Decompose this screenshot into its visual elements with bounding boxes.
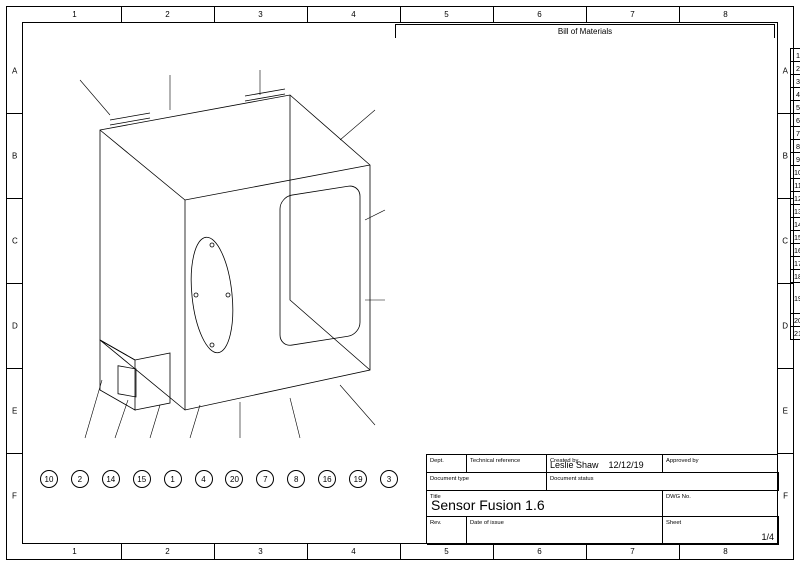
ruler-col: 4 bbox=[351, 10, 355, 19]
bom-row: 20uscutterORS6311210Gray: Oracle-631 Col… bbox=[791, 314, 800, 327]
ruler-row: C bbox=[12, 236, 18, 245]
bom-cell-i: 20 bbox=[791, 314, 800, 327]
tb-created-by: Leslie Shaw 12/12/19 bbox=[550, 460, 644, 470]
bom-row: 12McMaster53325A62JIS (Japanese industri… bbox=[791, 192, 800, 205]
bom-row: 9McMaster9657K286Compression String, ¾" … bbox=[791, 153, 800, 166]
bom-row: 8McMaster91253A110Black-oxide Hex Drive … bbox=[791, 140, 800, 153]
ruler-col: 1 bbox=[72, 10, 76, 19]
tb-rev-label: Rev. bbox=[430, 520, 442, 526]
tb-dept-label: Dept. bbox=[430, 458, 444, 464]
bom-cell-i: 7 bbox=[791, 127, 800, 140]
bom-cell-i: 5 bbox=[791, 101, 800, 114]
bom-cell-i: 8 bbox=[791, 140, 800, 153]
ruler-col: 5 bbox=[444, 10, 448, 19]
ruler-row: F bbox=[783, 491, 788, 500]
bom-cell-i: 1 bbox=[791, 49, 800, 62]
ruler-col: 3 bbox=[258, 547, 262, 556]
ruler-row: B bbox=[783, 151, 788, 160]
isometric-view bbox=[40, 40, 390, 440]
bom-row: 216mm black ABS bbox=[791, 327, 800, 340]
title-block: Dept. Technical reference Created by Les… bbox=[426, 454, 778, 544]
bom-row: 15Servocity575116Large Servo Plate A1 bbox=[791, 231, 800, 244]
bom-cell-i: 12 bbox=[791, 192, 800, 205]
callout-bubble: 4 bbox=[195, 470, 213, 488]
ruler-col: 6 bbox=[537, 547, 541, 556]
tb-docstatus-label: Document status bbox=[550, 476, 594, 482]
bom-cell-i: 4 bbox=[791, 88, 800, 101]
bom-row: 17Cana KitDEV-09669USB Relay Controller … bbox=[791, 257, 800, 270]
bom-row: 3McMaster91251A150Black Steel Socket Hea… bbox=[791, 75, 800, 88]
bom-cell-i: 17 bbox=[791, 257, 800, 270]
bom-row: 2McMaster91249A120Black Phillips Pan Hea… bbox=[791, 62, 800, 75]
bom-cell-i: 21 bbox=[791, 327, 800, 340]
ruler-col: 8 bbox=[723, 10, 727, 19]
tb-approved-label: Approved by bbox=[666, 458, 699, 464]
bom-row: 16SparkfunWIG-13118Servo Trigger1 bbox=[791, 244, 800, 257]
ruler-col: 2 bbox=[165, 10, 169, 19]
ruler-col: 1 bbox=[72, 547, 76, 556]
bom-row: 10McMaster99022A101Steel Cap Nuts, 4-406 bbox=[791, 166, 800, 179]
bom-row: 7McMaster7517A1Nonwhitening Cement for A… bbox=[791, 127, 800, 140]
ruler-col: 3 bbox=[258, 10, 262, 19]
bom-cell-i: 15 bbox=[791, 231, 800, 244]
bom-cell-i: 19 bbox=[791, 283, 800, 314]
callout-bubble: 14 bbox=[102, 470, 120, 488]
callout-bubble: 10 bbox=[40, 470, 58, 488]
ruler-row: E bbox=[12, 406, 17, 415]
ruler-row: A bbox=[783, 66, 788, 75]
bom-row: 11McMaster1292N11Multipurpose Neoprene S… bbox=[791, 179, 800, 192]
tb-techref-label: Technical reference bbox=[470, 458, 520, 464]
bom-cell-i: 9 bbox=[791, 153, 800, 166]
bom-cell-i: 11 bbox=[791, 179, 800, 192]
bom-cell-i: 18 bbox=[791, 270, 800, 283]
bom-cell-i: 13 bbox=[791, 205, 800, 218]
ruler-col: 4 bbox=[351, 547, 355, 556]
bom-cell-i: 16 bbox=[791, 244, 800, 257]
tb-doctype-label: Document type bbox=[430, 476, 469, 482]
ruler-row: D bbox=[12, 321, 18, 330]
bom-cell-i: 2 bbox=[791, 62, 800, 75]
callout-bubble: 19 bbox=[349, 470, 367, 488]
bom-row: 14Servocity32755SHS-755MG servo1 bbox=[791, 218, 800, 231]
callout-bubble: 2 bbox=[71, 470, 89, 488]
ruler-col: 6 bbox=[537, 10, 541, 19]
callout-bubble: 7 bbox=[256, 470, 274, 488]
ruler-row: F bbox=[12, 491, 17, 500]
ruler-row: C bbox=[782, 236, 788, 245]
ruler-row: E bbox=[783, 406, 788, 415]
bom-row: 4McMaster90272A148Steel Pan Head Phillip… bbox=[791, 88, 800, 101]
tb-issue-label: Date of issue bbox=[470, 520, 504, 526]
ruler-row: D bbox=[782, 321, 788, 330]
ruler-col: 2 bbox=[165, 547, 169, 556]
tb-sheet-label: Sheet bbox=[666, 520, 681, 526]
bom-title: Bill of Materials bbox=[395, 24, 775, 38]
ruler-row: A bbox=[12, 66, 17, 75]
bom-row: 18Lightingever5000028-US36W Power Adapte… bbox=[791, 270, 800, 283]
bom-table: 1McMaster90935A135Black Phillips Round H… bbox=[790, 48, 800, 340]
bom-row: 6McMaster7130K52Nylon Cable Tie, 4" Long… bbox=[791, 114, 800, 127]
drawing-title: Sensor Fusion 1.6 bbox=[431, 497, 545, 513]
bom-row: 13Servocity525118C1 Spline Actobotics Du… bbox=[791, 205, 800, 218]
ruler-col: 7 bbox=[630, 547, 634, 556]
callout-bubble: 16 bbox=[318, 470, 336, 488]
callout-bubbles: 10 2 14 15 14 20 78 16 19 3 bbox=[40, 470, 395, 510]
bom-row: 5McMaster94320A744Nylon Thumb Screw w/ S… bbox=[791, 101, 800, 114]
bom-cell-i: 10 bbox=[791, 166, 800, 179]
bom-cell-i: 3 bbox=[791, 75, 800, 88]
bom-cell-i: 6 bbox=[791, 114, 800, 127]
ruler-col: 7 bbox=[630, 10, 634, 19]
callout-bubble: 15 bbox=[133, 470, 151, 488]
callout-bubble: 3 bbox=[380, 470, 398, 488]
ruler-row: B bbox=[12, 151, 17, 160]
callout-bubble: 1 bbox=[164, 470, 182, 488]
bom-row: 19AmazonB01ARQY31SAlbrillo LED Under Cab… bbox=[791, 283, 800, 314]
sheet-number: 1/4 bbox=[761, 532, 774, 542]
bom-row: 1McMaster90935A135Black Phillips Round H… bbox=[791, 49, 800, 62]
callout-bubble: 8 bbox=[287, 470, 305, 488]
bom-cell-i: 14 bbox=[791, 218, 800, 231]
ruler-col: 5 bbox=[444, 547, 448, 556]
callout-bubble: 20 bbox=[225, 470, 243, 488]
tb-dwgno-label: DWG No. bbox=[666, 494, 691, 500]
ruler-col: 8 bbox=[723, 547, 727, 556]
